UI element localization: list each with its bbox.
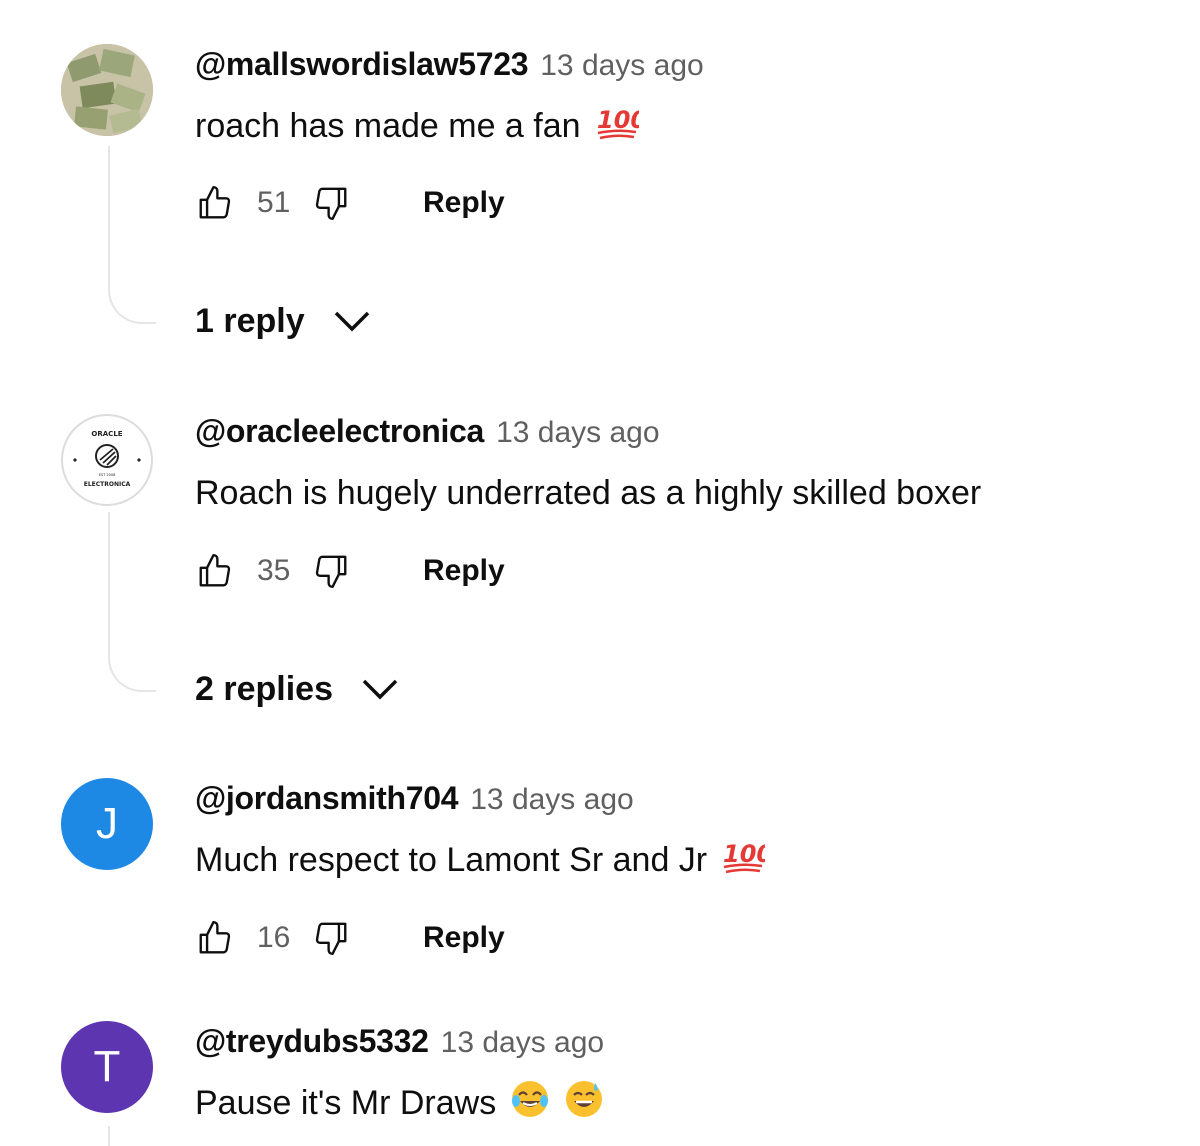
thread-line [108, 146, 156, 324]
view-replies-button[interactable]: 1 reply [195, 296, 371, 346]
comment-actions: 35 Reply [195, 546, 505, 596]
replies-count-label: 2 replies [195, 669, 333, 708]
comment-text: Roach is hugely underrated as a highly s… [195, 471, 981, 515]
comment-body: Much respect to Lamont Sr and Jr [195, 840, 708, 879]
svg-text:EST 2008: EST 2008 [99, 473, 116, 477]
thread-line [108, 1126, 110, 1146]
avatar[interactable] [61, 44, 153, 136]
svg-text:ORACLE: ORACLE [91, 430, 122, 438]
like-button[interactable] [195, 183, 235, 223]
avatar[interactable]: ORACLE EST 2008 ELECTRONICA [61, 414, 153, 506]
comment-body: roach has made me a fan [195, 106, 581, 145]
like-button[interactable] [195, 551, 235, 591]
thumbs-down-icon [315, 187, 347, 221]
grinning-face-with-sweat-emoji [564, 1079, 604, 1128]
view-replies-button[interactable]: 2 replies [195, 664, 399, 714]
comment-body: Pause it's Mr Draws [195, 1083, 497, 1122]
thumbs-down-icon [315, 555, 347, 589]
avatar-photo-icon [61, 44, 153, 136]
dislike-button[interactable] [311, 183, 351, 223]
like-count: 16 [257, 921, 291, 954]
comment-header: @treydubs5332 13 days ago [195, 1023, 604, 1067]
dislike-button[interactable] [311, 551, 351, 591]
thumbs-down-icon [315, 922, 347, 956]
dislike-button[interactable] [311, 918, 351, 958]
like-button[interactable] [195, 918, 235, 958]
comment-time[interactable]: 13 days ago [441, 1026, 604, 1060]
thumbs-up-icon [199, 185, 231, 219]
thumbs-up-icon [199, 920, 231, 954]
comment-time[interactable]: 13 days ago [540, 49, 703, 83]
reply-button[interactable]: Reply [423, 186, 505, 220]
oracle-electronica-logo-icon: ORACLE EST 2008 ELECTRONICA [65, 418, 149, 502]
chevron-down-icon [361, 677, 399, 701]
comment-text: Much respect to Lamont Sr and Jr 100 [195, 836, 773, 885]
hundred-points-emoji: 100 [595, 102, 647, 151]
avatar[interactable]: T [61, 1021, 153, 1113]
replies-count-label: 1 reply [195, 301, 305, 340]
chevron-down-icon [333, 309, 371, 333]
face-with-tears-of-joy-emoji [510, 1079, 550, 1128]
author-name[interactable]: @jordansmith704 [195, 780, 459, 817]
like-count: 51 [257, 186, 291, 219]
svg-text:ELECTRONICA: ELECTRONICA [84, 481, 131, 488]
reply-button[interactable]: Reply [423, 921, 505, 955]
hundred-points-emoji: 100 [721, 836, 773, 885]
like-count: 35 [257, 554, 291, 587]
comment-time[interactable]: 13 days ago [470, 783, 633, 817]
comment-time[interactable]: 13 days ago [496, 416, 659, 450]
author-name[interactable]: @oracleelectronica [195, 413, 484, 450]
comment-actions: 51 Reply [195, 178, 505, 228]
comment-text: Pause it's Mr Draws [195, 1079, 604, 1128]
author-name[interactable]: @treydubs5332 [195, 1023, 429, 1060]
comment-body: Roach is hugely underrated as a highly s… [195, 473, 982, 512]
thumbs-up-icon [199, 553, 231, 587]
avatar[interactable]: J [61, 778, 153, 870]
comment-header: @oracleelectronica 13 days ago [195, 413, 660, 457]
comment-header: @jordansmith704 13 days ago [195, 780, 634, 824]
avatar-letter: J [96, 799, 118, 848]
thread-line [108, 512, 156, 692]
author-name[interactable]: @mallswordislaw5723 [195, 46, 529, 83]
avatar-letter: T [93, 1042, 121, 1091]
comment-header: @mallswordislaw5723 13 days ago [195, 46, 704, 90]
comment-actions: 16 Reply [195, 913, 505, 963]
reply-button[interactable]: Reply [423, 554, 505, 588]
comment-text: roach has made me a fan 100 [195, 102, 647, 151]
